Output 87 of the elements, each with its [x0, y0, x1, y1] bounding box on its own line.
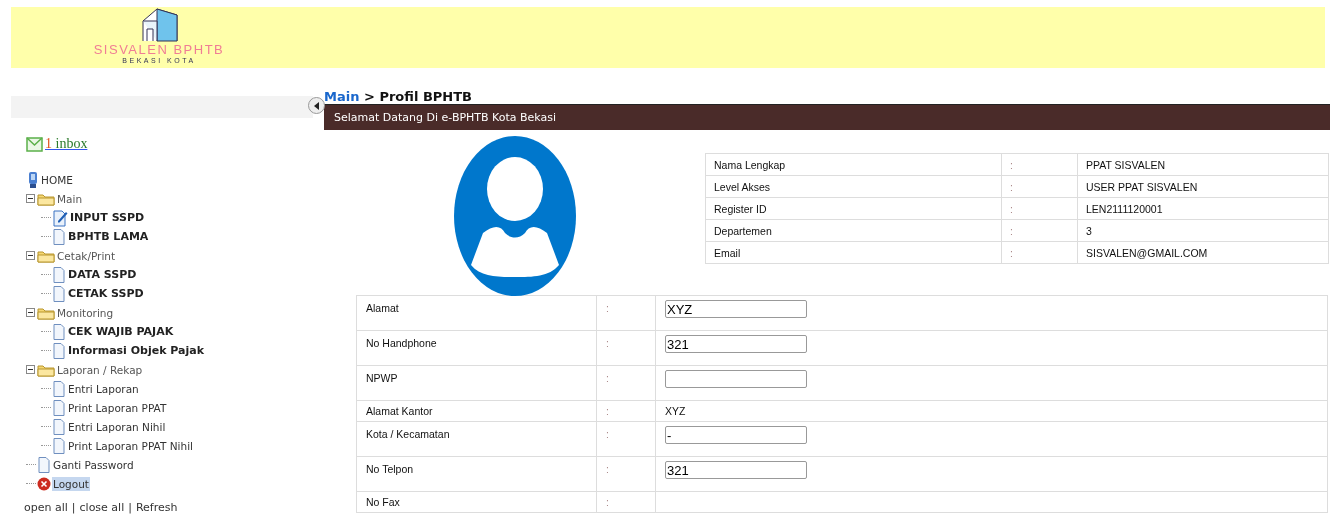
colon: : [596, 295, 656, 331]
link-separator: | [128, 501, 132, 514]
tree-item[interactable]: Print Laporan PPAT [67, 400, 168, 415]
page-icon [52, 284, 66, 303]
field-label: No Handphone [356, 330, 597, 366]
tree-item[interactable]: Laporan / Rekap [56, 362, 144, 377]
tree-item[interactable]: BPHTB LAMA [67, 229, 150, 244]
field-label: Email [705, 241, 1002, 264]
field-label: Level Akses [705, 175, 1002, 198]
field-value: USER PPAT SISVALEN [1077, 175, 1329, 198]
page-icon [52, 265, 66, 284]
field-label: Nama Lengkap [705, 153, 1002, 176]
tree-control-link[interactable]: open all [24, 501, 68, 514]
link-separator: | [71, 501, 76, 514]
tree-control-link[interactable]: close all [79, 501, 125, 514]
field-label: Alamat Kantor [356, 400, 597, 422]
field-value: 3 [1077, 219, 1329, 242]
breadcrumb-link[interactable]: Main [324, 89, 360, 104]
folder-icon [37, 362, 55, 377]
edit-page-icon [52, 208, 68, 227]
field-value: PPAT SISVALEN [1077, 153, 1329, 176]
page-icon [52, 379, 66, 398]
colon: : [1001, 175, 1078, 198]
tree-item[interactable]: Print Laporan PPAT Nihil [67, 438, 194, 453]
breadcrumb-current: Profil BPHTB [379, 89, 472, 104]
tree-item[interactable]: Entri Laporan [67, 381, 140, 396]
input-field[interactable] [665, 370, 807, 388]
folder-icon [37, 191, 55, 206]
tree-item[interactable]: Logout [52, 476, 90, 491]
colon: : [1001, 241, 1078, 264]
computer-icon [27, 170, 39, 189]
colon: : [596, 365, 656, 401]
folder-icon [37, 305, 55, 320]
colon: : [596, 491, 656, 513]
tree-item[interactable]: CETAK SSPD [67, 286, 145, 301]
colon: : [596, 421, 656, 457]
field-label: Kota / Kecamatan [356, 421, 597, 457]
field-label: No Fax [356, 491, 597, 513]
tree-item[interactable]: Informasi Objek Pajak [67, 343, 206, 358]
breadcrumb-separator: > [363, 89, 375, 104]
field-label: Register ID [705, 197, 1002, 220]
page-icon [52, 227, 66, 246]
input-field[interactable]: 321 [665, 335, 807, 353]
collapse-toggle[interactable] [26, 365, 35, 374]
tree-control-link[interactable]: Refresh [135, 501, 178, 514]
field-value: LEN2111120001 [1077, 197, 1329, 220]
collapse-toggle[interactable] [26, 194, 35, 203]
tree-item[interactable]: CEK WAJIB PAJAK [67, 324, 175, 339]
colon: : [596, 330, 656, 366]
collapse-toggle[interactable] [26, 251, 35, 260]
colon: : [596, 456, 656, 492]
colon: : [1001, 197, 1078, 220]
logout-icon [37, 476, 51, 491]
page-icon [52, 322, 66, 341]
left-triangle-icon [312, 101, 321, 110]
field-label: Departemen [705, 219, 1002, 242]
tree-item[interactable]: Main [56, 191, 84, 206]
tree-item[interactable]: INPUT SSPD [69, 210, 146, 225]
field-label: Alamat [356, 295, 597, 331]
colon: : [1001, 219, 1078, 242]
page-icon [52, 417, 66, 436]
tree-item[interactable]: Cetak/Print [56, 248, 117, 263]
input-field[interactable]: - [665, 426, 807, 444]
page-icon [52, 341, 66, 360]
logo-title: SISVALEN BPHTB [93, 43, 225, 57]
tree-item[interactable]: HOME [40, 172, 74, 187]
field-value: SISVALEN@GMAIL.COM [1077, 241, 1329, 264]
collapse-toggle[interactable] [26, 308, 35, 317]
tree-item[interactable]: Ganti Password [52, 457, 135, 472]
folder-icon [37, 248, 55, 263]
tree-item[interactable]: Entri Laporan Nihil [67, 419, 167, 434]
mail-icon [26, 137, 43, 152]
input-field[interactable]: XYZ [665, 300, 807, 318]
page-icon [37, 455, 51, 474]
page-icon [52, 436, 66, 455]
inbox-link[interactable]: 1 inbox [45, 136, 88, 152]
field-label: No Telpon [356, 456, 597, 492]
colon: : [596, 400, 656, 422]
input-field[interactable]: 321 [665, 461, 807, 479]
user-avatar-icon [453, 135, 577, 297]
field-value: XYZ [655, 400, 1328, 422]
page-icon [52, 398, 66, 417]
tree-item[interactable]: DATA SSPD [67, 267, 138, 282]
welcome-banner: Selamat Datang Di e-BPHTB Kota Bekasi [324, 104, 1330, 130]
colon: : [1001, 153, 1078, 176]
field-label: NPWP [356, 365, 597, 401]
tree-item[interactable]: Monitoring [56, 305, 115, 320]
